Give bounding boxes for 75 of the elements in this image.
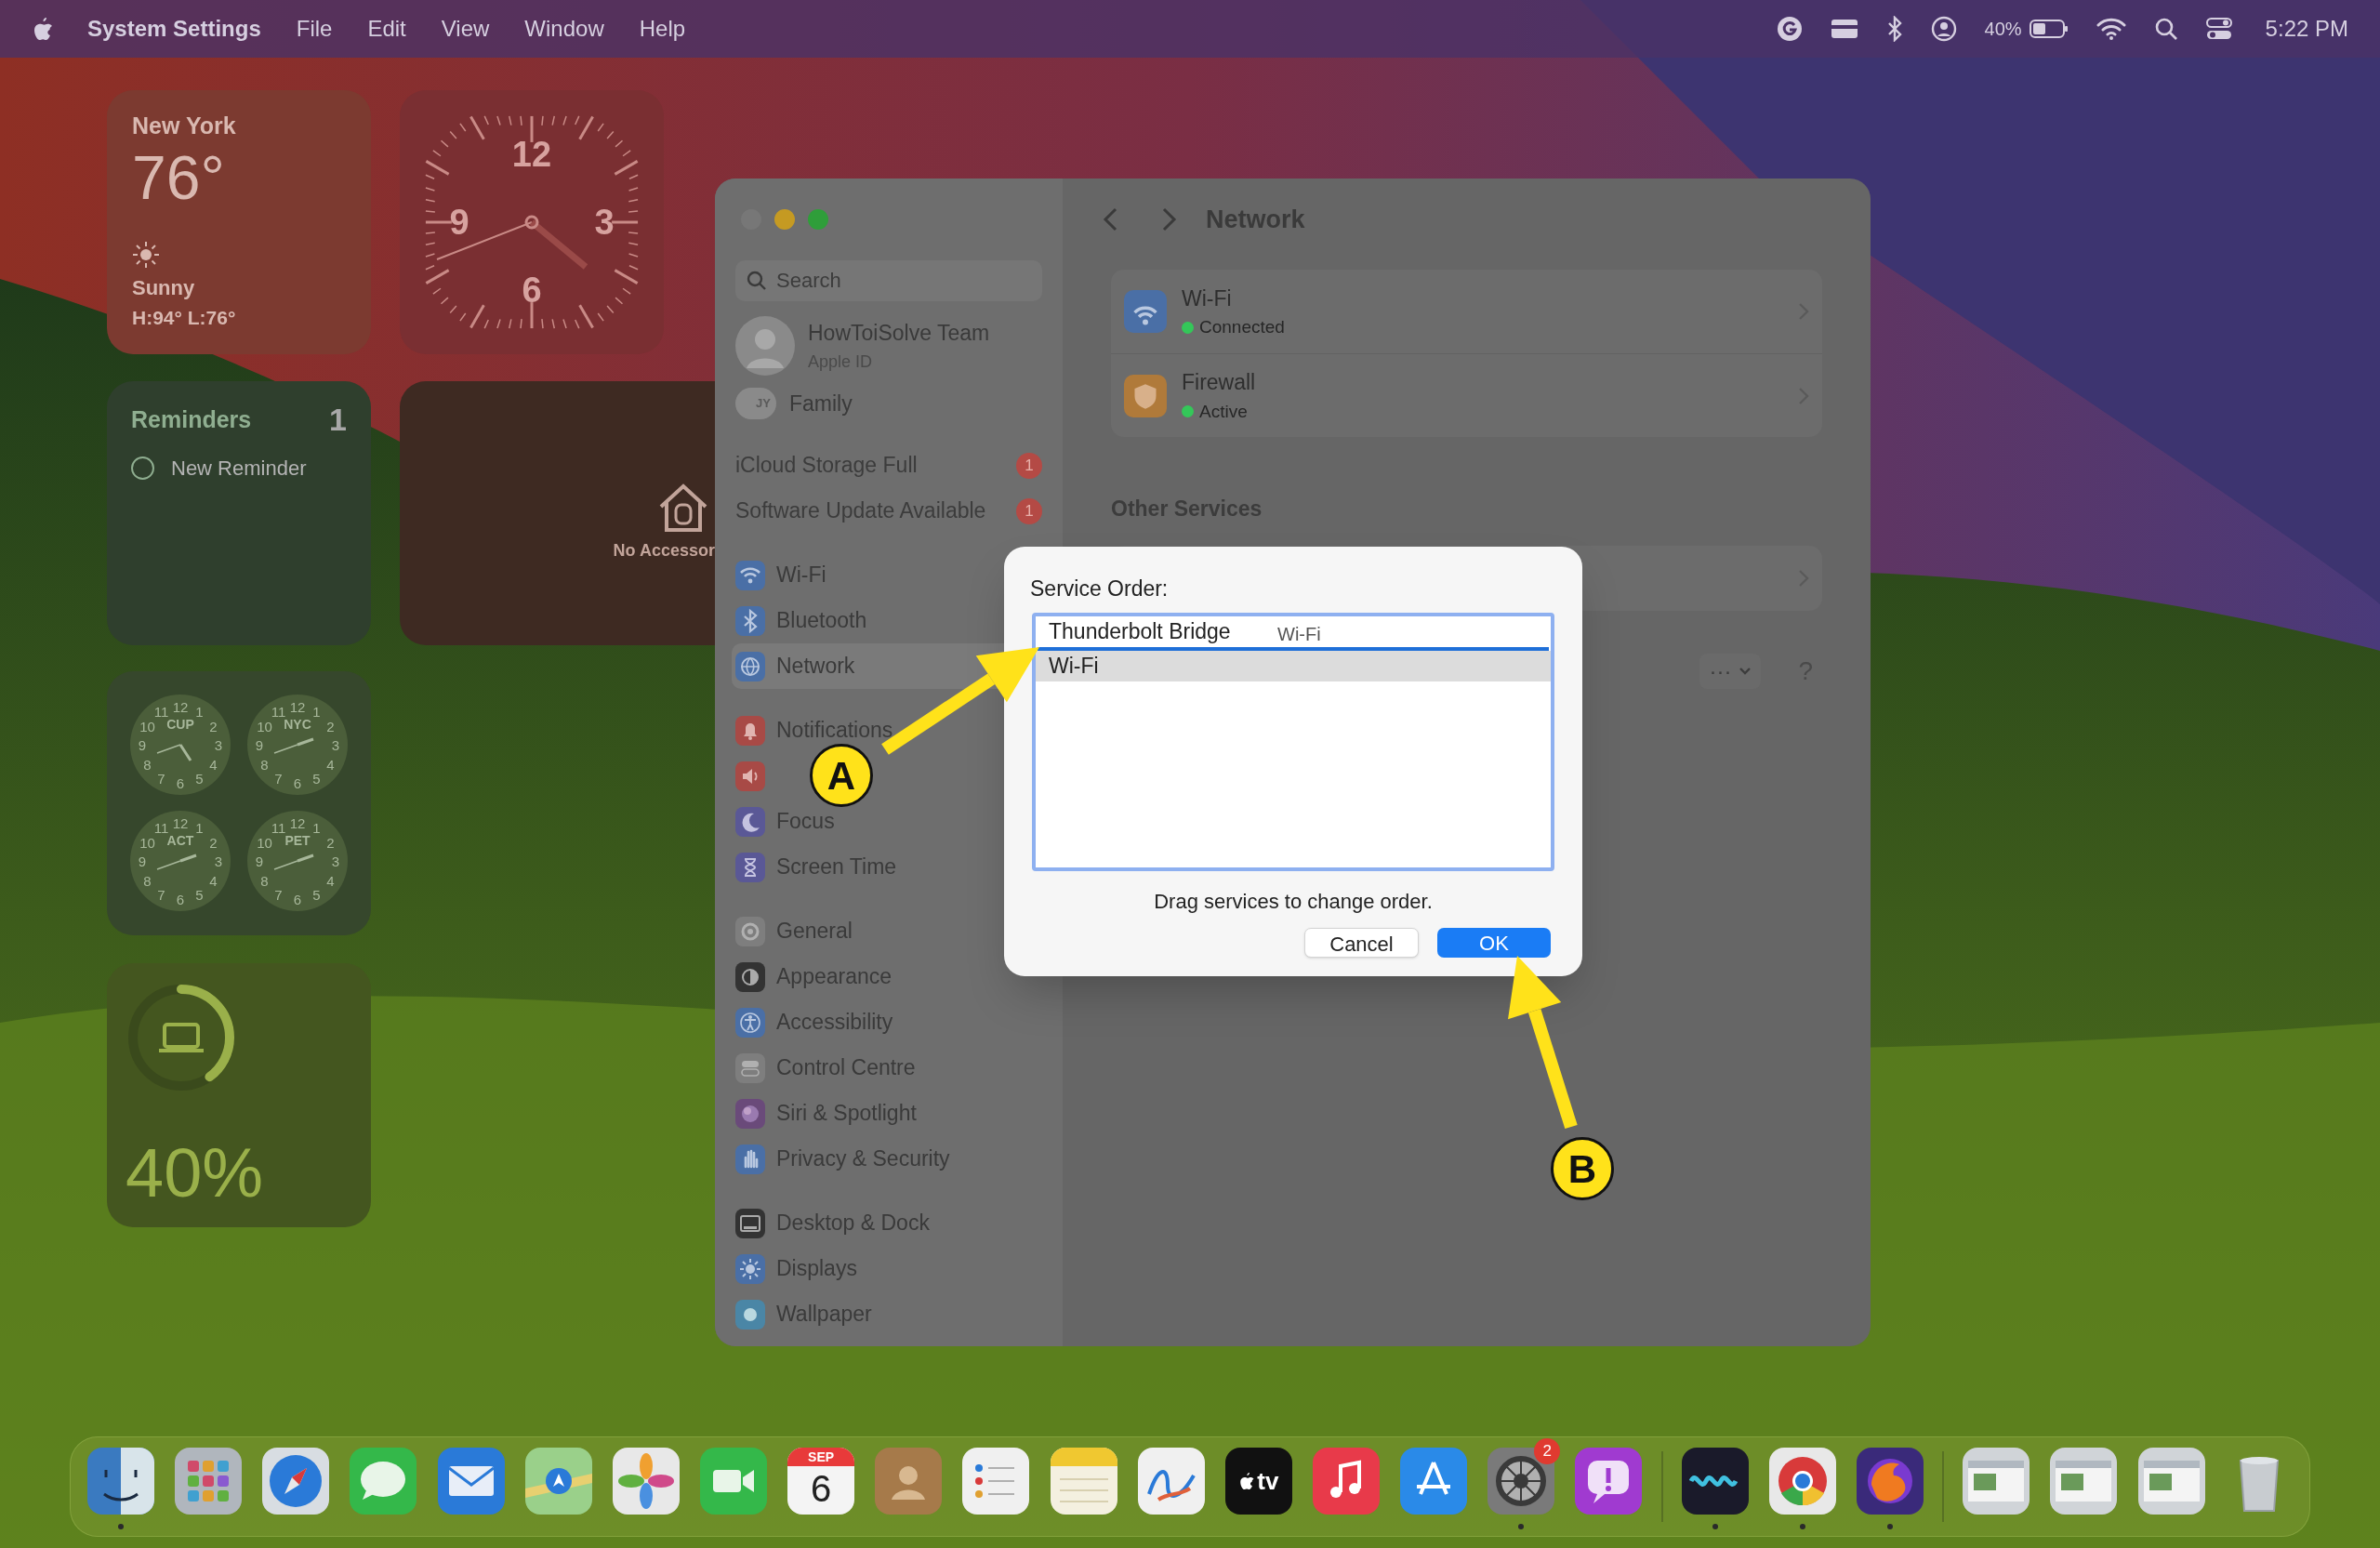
- service-name: Wi-Fi: [1182, 284, 1233, 312]
- clock-numeral: 2: [326, 834, 335, 851]
- service-status: Active: [1199, 400, 1248, 423]
- clock-numeral: 1: [195, 704, 204, 721]
- clock-numeral: 3: [214, 737, 223, 753]
- clock-numeral: 8: [143, 756, 152, 773]
- clock-numeral: 2: [209, 718, 218, 734]
- clock-numeral: 10: [257, 834, 272, 851]
- clock-numeral: 11: [153, 820, 169, 837]
- service-status: Connected: [1199, 316, 1285, 338]
- clock-numeral: 12: [511, 135, 552, 174]
- clock-numeral: 12: [172, 815, 189, 831]
- clock-numeral: 4: [326, 872, 335, 889]
- clock-numeral: 10: [257, 718, 272, 734]
- clock-numeral: 5: [195, 886, 204, 903]
- clock-numeral: 10: [139, 834, 155, 851]
- clock-numeral: 6: [176, 892, 185, 907]
- clock-numeral: 6: [293, 775, 302, 791]
- clock-numeral: 5: [312, 886, 321, 903]
- clock-numeral: 7: [274, 886, 283, 903]
- city-code: ACT: [166, 833, 194, 848]
- clock-numeral: 7: [274, 770, 283, 787]
- dialog-label: Service Order:: [1030, 576, 1170, 602]
- clock-numeral: 7: [157, 886, 165, 903]
- clock-numeral: 5: [195, 770, 204, 787]
- clock-numeral: 12: [172, 699, 189, 715]
- weather-condition: Sunny: [132, 274, 196, 301]
- clock-numeral: 11: [271, 820, 286, 837]
- clock-numeral: 9: [255, 853, 264, 869]
- widget-caption: No Accessor: [613, 539, 715, 562]
- clock-numeral: 12: [289, 699, 306, 715]
- clock-numeral: 9: [138, 853, 147, 869]
- clock-numeral: 9: [138, 737, 147, 753]
- clock-numeral: 2: [326, 718, 335, 734]
- service-name: Firewall: [1182, 369, 1257, 396]
- clock-numeral: 2: [209, 834, 218, 851]
- clock-numeral: 4: [209, 872, 218, 889]
- clock-numeral: 10: [139, 718, 155, 734]
- clock-numeral: 6: [293, 892, 302, 907]
- dialog-hint: Drag services to change order.: [1153, 888, 1434, 915]
- dragged-service: Wi-Fi: [1277, 622, 1321, 646]
- city-name: New York: [132, 112, 237, 140]
- clock-numeral: 1: [312, 820, 321, 837]
- battery-percentage: 40%: [126, 1136, 265, 1211]
- clock-numeral: 3: [331, 853, 340, 869]
- city-code: CUP: [166, 717, 194, 732]
- clock-numeral: 5: [312, 770, 321, 787]
- reminder-text: New Reminder: [171, 456, 307, 482]
- widget-title: Reminders: [131, 404, 252, 434]
- city-code: NYC: [284, 717, 311, 732]
- clock-numeral: 12: [289, 815, 306, 831]
- battery-percentage: 40%: [1984, 18, 2022, 41]
- clock-numeral: 1: [195, 820, 204, 837]
- high-low-temperature: H:94° L:76°: [132, 305, 237, 330]
- clock-numeral: 4: [326, 756, 335, 773]
- clock-numeral: 8: [260, 872, 269, 889]
- clock-numeral: 8: [143, 872, 152, 889]
- clock-numeral: 1: [312, 704, 321, 721]
- clock-numeral: 11: [153, 704, 169, 721]
- clock-numeral: 8: [260, 756, 269, 773]
- clock-numeral: 6: [176, 775, 185, 791]
- clock-numeral: 3: [594, 203, 615, 242]
- temperature: 76°: [132, 143, 226, 211]
- notification-badge: 1: [1016, 452, 1042, 479]
- notification-badge: 1: [1016, 497, 1042, 524]
- clock-numeral: 6: [522, 271, 542, 310]
- clock-numeral: 7: [157, 770, 165, 787]
- clock-numeral: 9: [255, 737, 264, 753]
- reminder-count: 1: [329, 401, 347, 439]
- clock-numeral: 3: [214, 853, 223, 869]
- clock-numeral: 11: [271, 704, 286, 721]
- city-code: PET: [284, 833, 311, 848]
- clock-numeral: 4: [209, 756, 218, 773]
- clock-numeral: 9: [449, 203, 469, 242]
- clock-numeral: 3: [331, 737, 340, 753]
